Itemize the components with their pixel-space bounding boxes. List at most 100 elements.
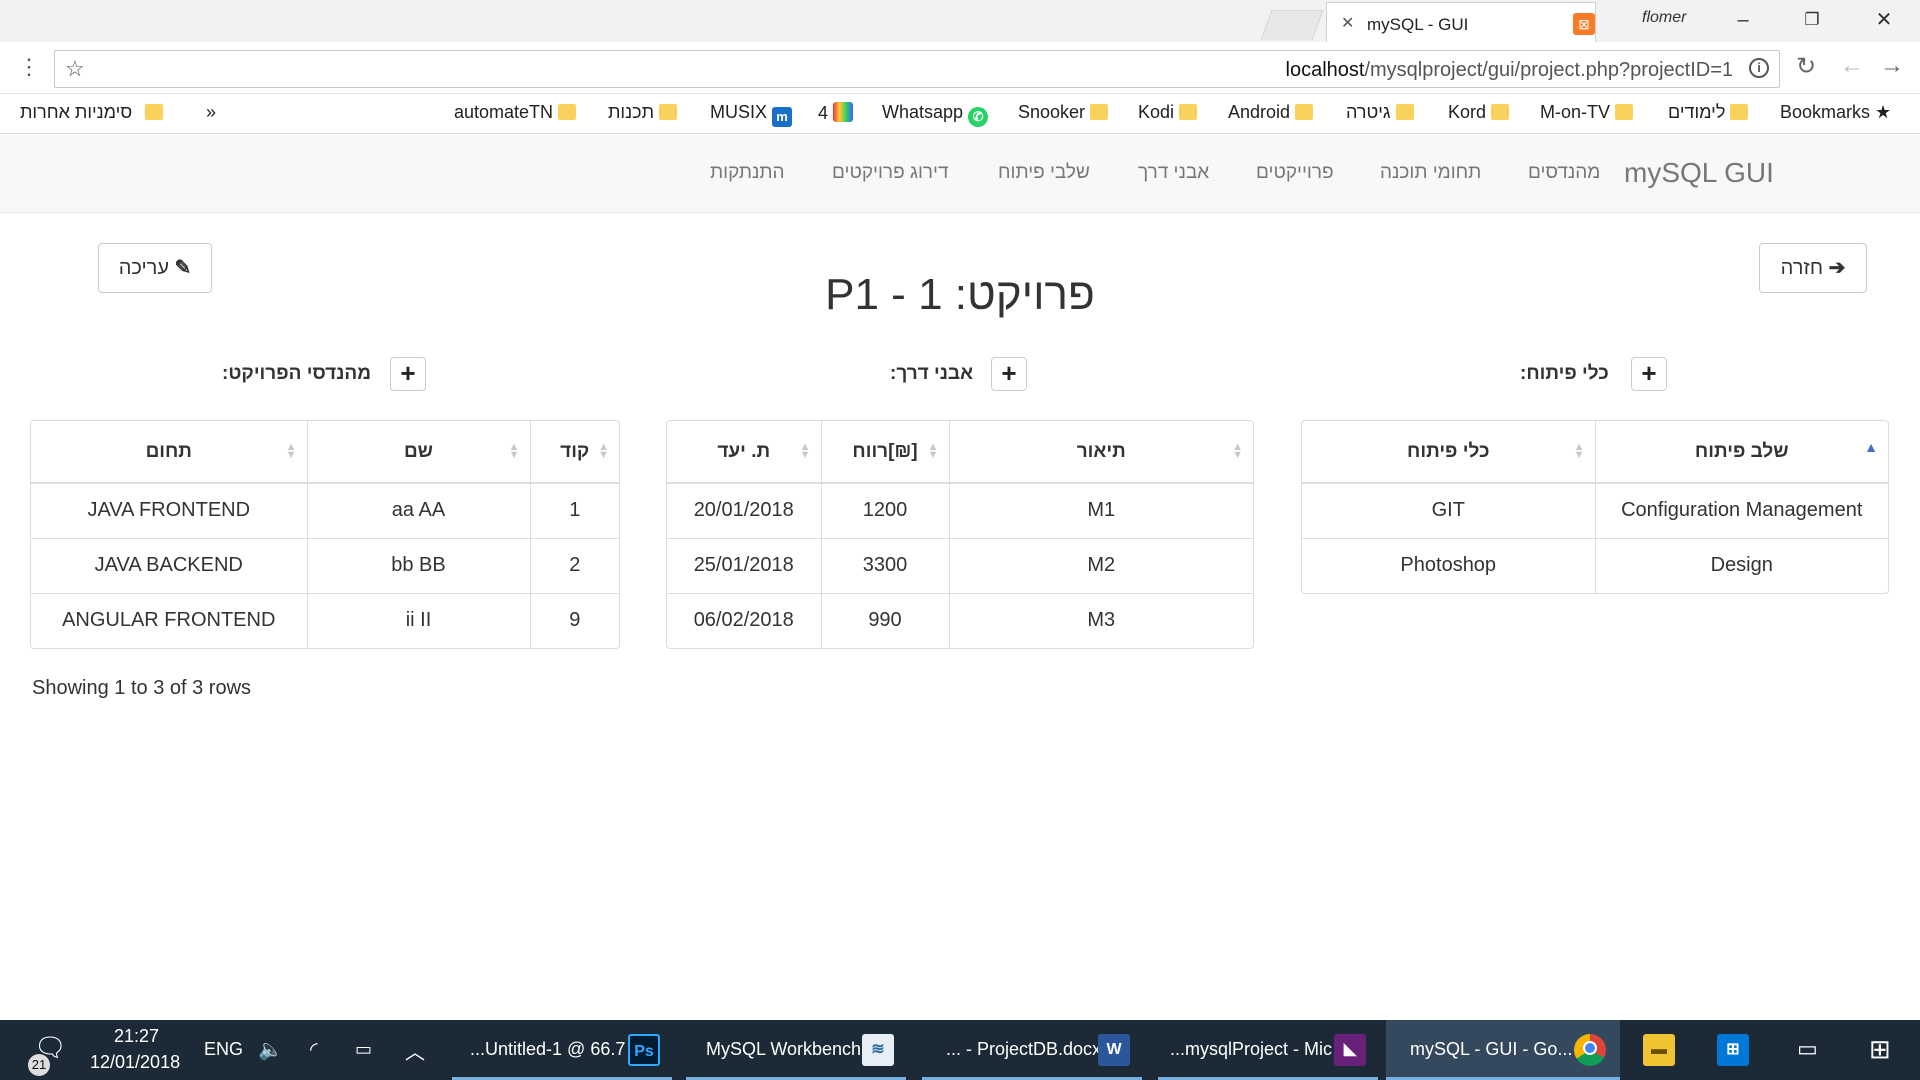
table-row: JAVA BACKEND bb BB 2 — [31, 537, 619, 593]
sort-icon: ▲ ▼ — [508, 441, 520, 461]
table-cell: 1 — [530, 482, 619, 538]
column-header[interactable]: קוד ▲ ▼ — [530, 421, 619, 484]
table-row: GIT Configuration Management — [1302, 482, 1888, 538]
folder-icon — [1615, 104, 1634, 120]
bookmark-star-icon[interactable]: ☆ — [65, 56, 85, 82]
xampp-icon: ⊠ — [1573, 13, 1595, 35]
column-header[interactable]: כלי פיתוח ▲ ▼ — [1302, 421, 1596, 484]
folder-icon — [1491, 104, 1510, 120]
nav-software-fields[interactable]: תחומי תוכנה — [1380, 162, 1481, 184]
sort-icon: ▲ ▼ — [799, 441, 811, 461]
tab-close-icon[interactable]: ✕ — [1341, 13, 1354, 33]
folder-icon — [659, 104, 678, 120]
bookmark-bookmarks[interactable]: Bookmarks ★ — [1780, 102, 1891, 123]
minimize-icon[interactable]: – — [1728, 8, 1758, 34]
app-brand[interactable]: mySQL GUI — [1624, 157, 1774, 189]
tools-table: כלי פיתוח ▲ ▼ שלב פיתוח ▲ GIT Configuration… — [1301, 420, 1889, 594]
mysql-workbench-icon: ≋ — [862, 1034, 894, 1066]
pagination-info: Showing 1 to 3 of 3 rows — [32, 677, 252, 699]
chevron-up-icon[interactable]: ︿ — [405, 1036, 425, 1065]
restore-icon[interactable]: ❐ — [1797, 8, 1827, 34]
bookmark-folder[interactable]: Kord — [1448, 102, 1510, 123]
column-header[interactable]: תיאור ▲ ▼ — [949, 421, 1253, 484]
new-tab-button[interactable] — [1260, 10, 1324, 40]
forward-icon[interactable]: ← — [1840, 52, 1864, 80]
column-header[interactable]: רווח[₪] ▲ ▼ — [821, 421, 950, 484]
column-header[interactable]: תחום ▲ ▼ — [31, 421, 308, 484]
bookmark-whatsapp[interactable]: Whatsapp ✆ — [882, 102, 989, 127]
engineers-section-label: מהנדסי הפרויקט: — [222, 363, 372, 384]
tv-icon — [833, 102, 854, 122]
folder-icon — [1179, 104, 1198, 120]
nav-dev-stages[interactable]: שלבי פיתוח — [998, 162, 1090, 184]
windows-start-icon[interactable]: ⊞ — [1869, 1034, 1891, 1065]
bookmark-folder[interactable]: תכנות — [608, 102, 678, 123]
table-cell: 25/01/2018 — [667, 537, 822, 593]
reload-icon[interactable]: ↻ — [1796, 52, 1816, 81]
battery-icon[interactable]: ▭ — [355, 1039, 372, 1060]
close-window-icon[interactable]: ✕ — [1869, 8, 1899, 34]
nav-milestones[interactable]: אבני דרך — [1138, 162, 1209, 184]
bookmark-folder[interactable]: Android — [1228, 102, 1314, 123]
menu-icon[interactable]: ⋮ — [18, 54, 40, 80]
bookmark-tv[interactable]: 4 — [818, 102, 854, 124]
bookmarks-overflow-button[interactable]: » — [206, 102, 216, 123]
add-engineer-button[interactable]: + — [390, 357, 426, 391]
bookmark-folder[interactable]: גיטרה — [1346, 102, 1414, 123]
column-header[interactable]: שלב פיתוח ▲ — [1595, 421, 1888, 484]
sort-icon: ▲ ▼ — [598, 441, 609, 461]
nav-project-ranking[interactable]: דירוג פרויקטים — [832, 162, 949, 184]
table-row: Photoshop Design — [1302, 537, 1888, 593]
taskbar-app-chrome[interactable]: mySQL - GUI - Go... — [1386, 1020, 1620, 1080]
table-row: JAVA FRONTEND aa AA 1 — [31, 482, 619, 538]
table-row: 06/02/2018 990 M3 — [667, 592, 1253, 648]
taskbar-app-mysql-workbench[interactable]: MySQL Workbench ≋ — [686, 1020, 906, 1080]
table-cell: 2 — [530, 537, 619, 593]
page-title: פרויקט: 1 - P1 — [825, 270, 1095, 319]
taskbar-app-word[interactable]: ... - ProjectDB.docx W — [922, 1020, 1142, 1080]
nav-projects[interactable]: פרוייקטים — [1256, 162, 1334, 184]
store-icon[interactable]: ⊞ — [1717, 1034, 1749, 1066]
volume-icon[interactable]: 🔈 — [258, 1037, 283, 1062]
add-milestone-button[interactable]: + — [991, 357, 1027, 391]
site-info-icon[interactable]: i — [1749, 58, 1769, 78]
column-header[interactable]: שם ▲ ▼ — [307, 421, 531, 484]
chrome-icon — [1574, 1034, 1606, 1066]
table-cell: 06/02/2018 — [667, 592, 822, 648]
bookmark-folder[interactable]: automateTN — [454, 102, 577, 123]
language-indicator[interactable]: ENG — [204, 1039, 243, 1060]
add-tool-button[interactable]: + — [1631, 357, 1667, 391]
clock-time[interactable]: 21:27 — [114, 1026, 159, 1047]
table-cell: aa AA — [307, 482, 531, 538]
table-cell: Configuration Management — [1595, 482, 1888, 538]
taskbar-app-photoshop[interactable]: ...Untitled-1 @ 66.7 Ps — [452, 1020, 672, 1080]
table-cell: M1 — [949, 482, 1253, 538]
bookmark-folder[interactable]: לימודים — [1668, 102, 1749, 123]
wifi-icon[interactable]: ◜ — [310, 1037, 318, 1062]
table-cell: Photoshop — [1302, 537, 1596, 593]
table-cell: M3 — [949, 592, 1253, 648]
back-icon[interactable]: → — [1880, 52, 1904, 80]
file-explorer-icon[interactable]: ▬ — [1643, 1034, 1675, 1066]
other-bookmarks[interactable]: סימניות אחרות — [20, 102, 164, 123]
bookmark-folder[interactable]: Kodi — [1138, 102, 1198, 123]
table-cell: ii II — [307, 592, 531, 648]
task-view-icon[interactable]: ▭ — [1797, 1036, 1818, 1062]
folder-icon — [145, 104, 164, 120]
bookmark-folder[interactable]: Snooker — [1018, 102, 1109, 123]
bookmark-musix[interactable]: MUSIX m — [710, 102, 793, 127]
taskbar-app-visual-studio[interactable]: ...mysqlProject - Mic ◣ — [1158, 1020, 1378, 1080]
nav-engineers[interactable]: מהנדסים — [1528, 162, 1600, 184]
bookmark-folder[interactable]: M-on-TV — [1540, 102, 1634, 123]
address-bar[interactable]: ☆ localhost/mysqlproject/gui/project.php… — [54, 50, 1780, 88]
url-text[interactable]: localhost/mysqlproject/gui/project.php?p… — [1286, 59, 1733, 82]
musix-icon: m — [772, 107, 793, 127]
nav-logout[interactable]: התנתקות — [710, 162, 785, 184]
table-cell: bb BB — [307, 537, 531, 593]
profile-name[interactable]: flomer — [1642, 9, 1686, 27]
tab-title: mySQL - GUI — [1367, 15, 1469, 34]
clock-date[interactable]: 12/01/2018 — [90, 1052, 180, 1073]
column-header[interactable]: ת. יעד ▲ ▼ — [667, 421, 822, 484]
browser-tab[interactable]: ✕ mySQL - GUI ⊠ — [1326, 2, 1596, 42]
visual-studio-icon: ◣ — [1334, 1034, 1366, 1066]
